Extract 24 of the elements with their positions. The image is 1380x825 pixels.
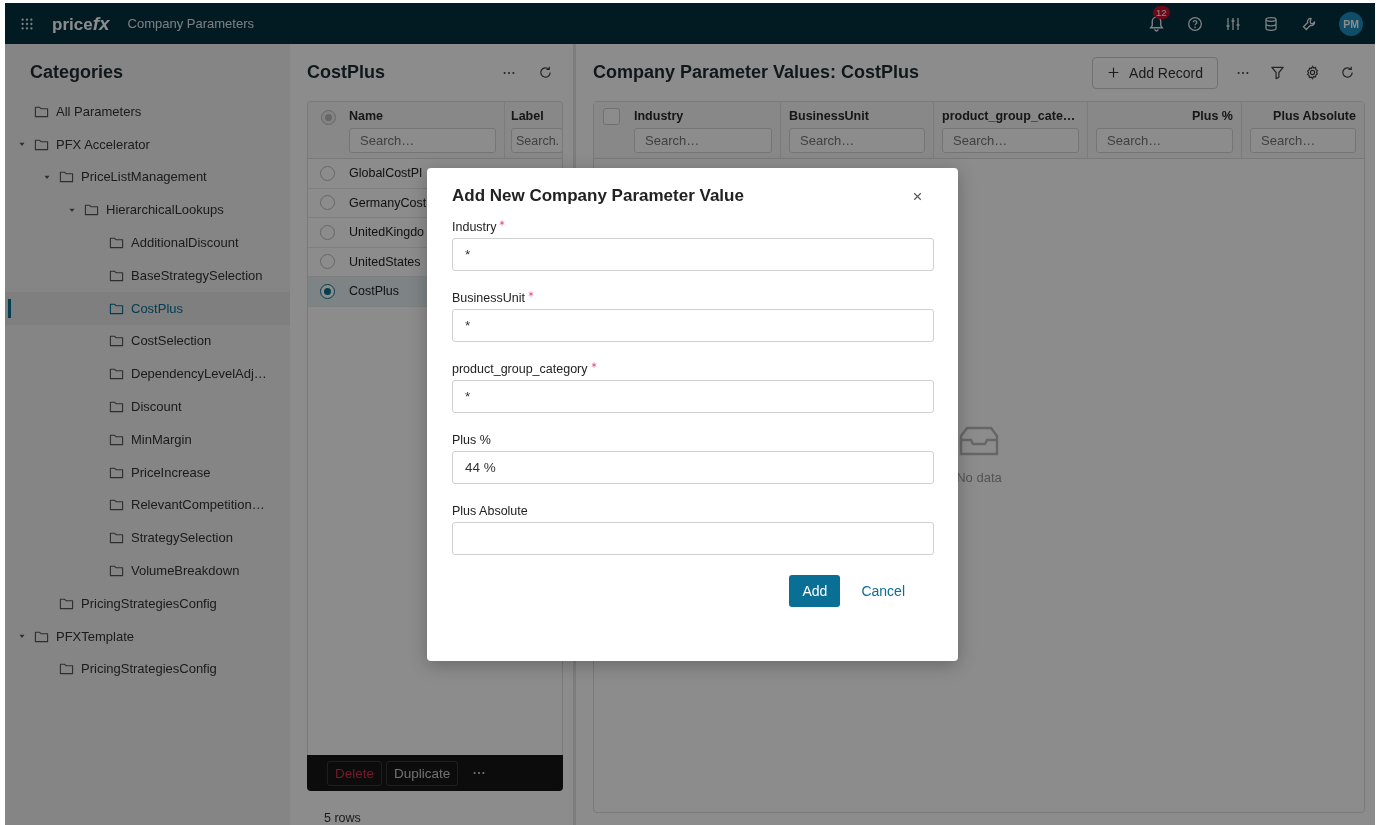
column-header: Plus Absolute: [1272, 109, 1356, 123]
field-label: product_group_category: [452, 362, 588, 376]
field-label: Plus %: [452, 433, 491, 447]
field-label: BusinessUnit: [452, 291, 525, 305]
column-header: BusinessUnit: [789, 109, 870, 123]
page-title: Company Parameters: [127, 16, 254, 31]
table-cell: GermanyCost: [349, 195, 427, 210]
column-header: Label: [511, 109, 545, 123]
notification-count-badge: 12: [1153, 6, 1170, 19]
column-header: product_group_cate…: [942, 109, 1077, 123]
table-cell: GlobalCostPl: [349, 166, 422, 181]
column-header: Name: [349, 109, 385, 123]
row-count: 5 rows: [323, 810, 362, 825]
table-cell: CostPlus: [349, 284, 400, 299]
table-cell: UnitedStates: [349, 254, 421, 269]
table-cell: UnitedKingdo: [349, 225, 425, 240]
dialog-title: Add New Company Parameter Value: [452, 186, 744, 206]
field-label: Industry: [452, 220, 497, 234]
panel-title: Company Parameter Values: CostPlus: [593, 62, 920, 83]
panel-title: CostPlus: [307, 62, 385, 83]
column-header: Plus %: [1191, 109, 1233, 123]
panel-title: Categories: [29, 61, 125, 84]
field-label: Plus Absolute: [452, 504, 528, 518]
column-header: Industry: [634, 109, 685, 123]
